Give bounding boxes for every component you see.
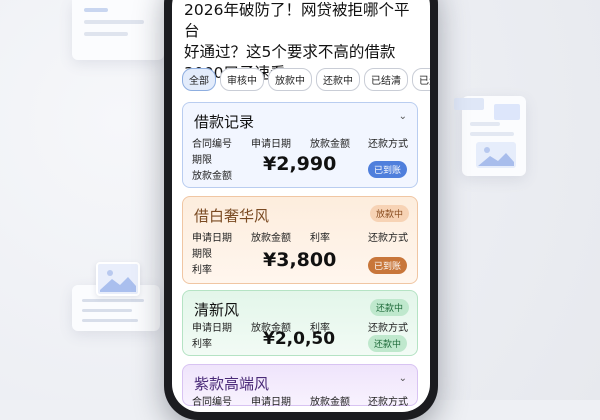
tab-disbursing[interactable]: 放款中 bbox=[268, 68, 312, 91]
chevron-down-icon[interactable]: ⌄ bbox=[399, 111, 407, 122]
phone-frame: 2026年破防了！网贷被拒哪个平台 好通过？这5个要求不高的借款 3000口子速… bbox=[164, 0, 438, 420]
status-badge: 还款中 bbox=[368, 335, 408, 352]
deco-line bbox=[84, 20, 144, 24]
loan-card-luxury[interactable]: 借白奢华风 放款中 申请日期 放款金额 利率 还款方式 期限 利率 ¥3,800… bbox=[182, 196, 418, 284]
tab-all[interactable]: 全部 bbox=[182, 68, 216, 91]
image-icon bbox=[96, 262, 140, 296]
field-label: 申请日期 bbox=[192, 233, 232, 244]
card-title: 借白奢华风 bbox=[194, 207, 270, 225]
deco-line bbox=[84, 32, 128, 36]
deco-block bbox=[494, 104, 520, 120]
tab-overdue[interactable]: 已逾 bbox=[412, 68, 430, 91]
title-line: 好通过？这5个要求不高的借款 bbox=[184, 43, 396, 61]
tab-repaying[interactable]: 还款中 bbox=[316, 68, 360, 91]
deco-line bbox=[82, 299, 144, 302]
tab-reviewing[interactable]: 审核中 bbox=[220, 68, 264, 91]
chevron-down-icon[interactable]: ⌄ bbox=[399, 373, 407, 384]
card-title: 借款记录 bbox=[194, 113, 255, 131]
field-label: 申请日期 bbox=[251, 397, 291, 408]
field-label: 期限 bbox=[192, 155, 212, 166]
deco-line bbox=[82, 319, 138, 322]
card-title: 清新风 bbox=[194, 301, 240, 319]
loan-amount: ¥2,990 bbox=[263, 153, 337, 175]
filter-tabs: 全部 审核中 放款中 还款中 已结清 已逾 bbox=[182, 68, 430, 91]
image-icon bbox=[476, 142, 516, 168]
status-badge: 放款中 bbox=[369, 205, 409, 222]
field-label: 合同编号 bbox=[192, 139, 232, 150]
status-badge: 已到账 bbox=[368, 257, 408, 274]
field-label: 期限 bbox=[192, 249, 212, 260]
field-label: 放款金额 bbox=[310, 397, 350, 408]
field-label: 申请日期 bbox=[192, 323, 232, 334]
deco-line bbox=[84, 8, 108, 12]
field-label: 还款方式 bbox=[368, 397, 408, 408]
field-label: 还款方式 bbox=[368, 139, 408, 150]
status-badge: 还款中 bbox=[369, 299, 409, 316]
field-label: 利率 bbox=[192, 339, 212, 350]
field-label: 还款方式 bbox=[368, 233, 408, 244]
card-title: 紫款高端风 bbox=[194, 375, 270, 393]
field-label: 放款金额 bbox=[251, 233, 291, 244]
field-label: 放款金额 bbox=[192, 171, 232, 182]
deco-line bbox=[470, 122, 500, 126]
field-label: 利率 bbox=[192, 265, 212, 276]
title-line: 2026年破防了！网贷被拒哪个平台 bbox=[184, 1, 410, 40]
field-label: 合同编号 bbox=[192, 397, 232, 408]
phone-screen: 2026年破防了！网贷被拒哪个平台 好通过？这5个要求不高的借款 3000口子速… bbox=[172, 0, 430, 412]
field-label: 还款方式 bbox=[368, 323, 408, 334]
loan-card-records[interactable]: 借款记录 ⌄ 合同编号 申请日期 放款金额 还款方式 期限 放款金额 ¥2,99… bbox=[182, 102, 418, 188]
decorative-card-top bbox=[72, 0, 164, 60]
tab-settled[interactable]: 已结清 bbox=[364, 68, 408, 91]
status-badge: 已到账 bbox=[368, 161, 408, 178]
field-label: 申请日期 bbox=[251, 139, 291, 150]
field-label: 放款金额 bbox=[310, 139, 350, 150]
loan-amount: ¥3,800 bbox=[263, 249, 337, 271]
deco-line bbox=[470, 132, 514, 136]
deco-line bbox=[82, 309, 132, 312]
loan-card-fresh[interactable]: 清新风 还款中 申请日期 放款金额 利率 还款方式 利率 ¥2,0,50 还款中 bbox=[182, 290, 418, 356]
loan-amount: ¥2,0,50 bbox=[263, 329, 336, 349]
deco-block bbox=[454, 98, 484, 110]
field-label: 利率 bbox=[310, 233, 330, 244]
decorative-card-right bbox=[454, 96, 526, 176]
